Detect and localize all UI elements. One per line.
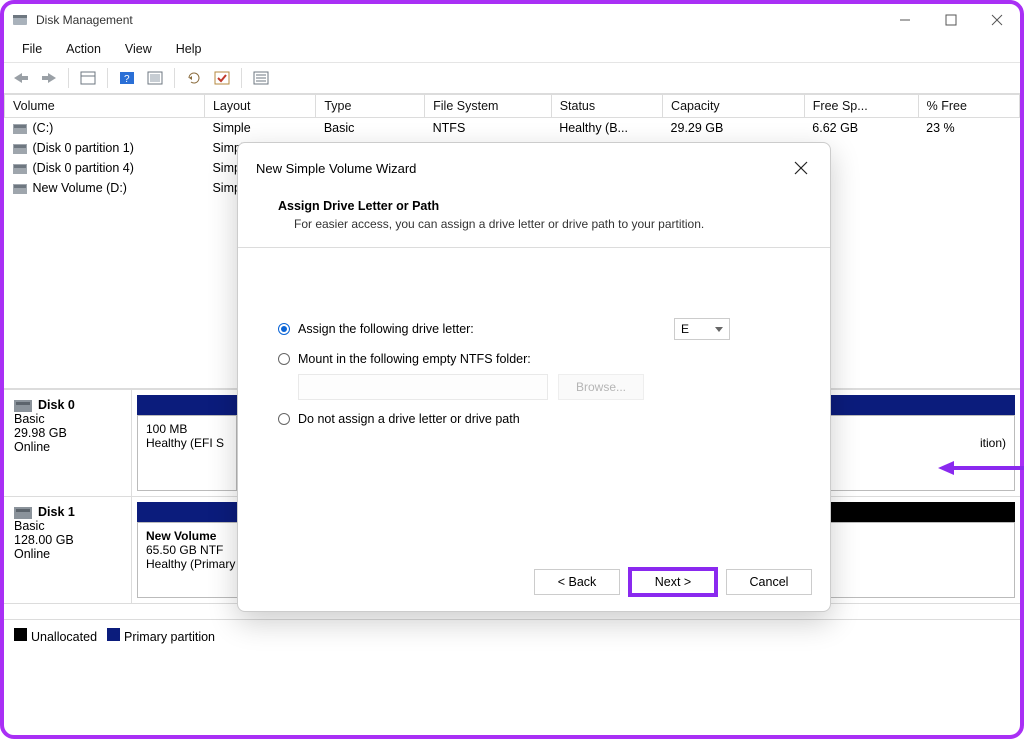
disk-management-icon xyxy=(12,12,28,28)
column-headers[interactable]: Volume Layout Type File System Status Ca… xyxy=(5,95,1020,118)
col-volume[interactable]: Volume xyxy=(5,95,205,118)
col-pfree[interactable]: % Free xyxy=(918,95,1019,118)
toolbar-help-icon[interactable]: ? xyxy=(116,67,138,89)
partition-box[interactable]: 100 MB Healthy (EFI S xyxy=(137,415,237,491)
dialog-close-button[interactable] xyxy=(786,153,816,183)
close-button[interactable] xyxy=(974,4,1020,36)
option-no-assign-label: Do not assign a drive letter or drive pa… xyxy=(298,412,520,426)
menu-help[interactable]: Help xyxy=(166,40,212,58)
radio-assign-letter[interactable] xyxy=(278,323,290,335)
volume-icon xyxy=(13,184,27,194)
legend: Unallocated Primary partition xyxy=(4,619,1020,652)
toolbar-list-icon[interactable] xyxy=(250,67,272,89)
disk-label: Disk 1 Basic 128.00 GB Online xyxy=(4,497,132,603)
titlebar: Disk Management xyxy=(4,4,1020,36)
next-button[interactable]: Next > xyxy=(630,569,716,595)
volume-icon xyxy=(13,164,27,174)
option-mount-folder-label: Mount in the following empty NTFS folder… xyxy=(298,352,531,366)
maximize-button[interactable] xyxy=(928,4,974,36)
radio-no-assign[interactable] xyxy=(278,413,290,425)
volume-icon xyxy=(13,144,27,154)
nav-back-button[interactable] xyxy=(10,67,32,89)
annotation-arrow xyxy=(938,461,1024,475)
toolbar-refresh-icon[interactable] xyxy=(183,67,205,89)
radio-mount-folder[interactable] xyxy=(278,353,290,365)
toolbar-settings-icon[interactable] xyxy=(144,67,166,89)
legend-swatch-primary xyxy=(107,628,120,641)
volume-row[interactable]: (C:) Simple Basic NTFS Healthy (B... 29.… xyxy=(5,118,1020,139)
toolbar: ? xyxy=(4,63,1020,94)
col-fs[interactable]: File System xyxy=(425,95,552,118)
minimize-button[interactable] xyxy=(882,4,928,36)
menu-file[interactable]: File xyxy=(12,40,52,58)
volume-icon xyxy=(13,124,27,134)
drive-letter-select[interactable]: E xyxy=(674,318,730,340)
cancel-button[interactable]: Cancel xyxy=(726,569,812,595)
col-layout[interactable]: Layout xyxy=(204,95,315,118)
window-title: Disk Management xyxy=(36,13,133,27)
wizard-dialog: New Simple Volume Wizard Assign Drive Le… xyxy=(237,142,831,612)
disk-icon xyxy=(14,400,32,412)
option-assign-letter-label: Assign the following drive letter: xyxy=(298,322,474,336)
nav-forward-button[interactable] xyxy=(38,67,60,89)
disk-label: Disk 0 Basic 29.98 GB Online xyxy=(4,390,132,496)
col-capacity[interactable]: Capacity xyxy=(663,95,805,118)
app-window: Disk Management File Action View Help ? xyxy=(0,0,1024,739)
toolbar-view-icon[interactable] xyxy=(77,67,99,89)
chevron-down-icon xyxy=(715,322,723,336)
back-button[interactable]: < Back xyxy=(534,569,620,595)
browse-button: Browse... xyxy=(558,374,644,400)
col-type[interactable]: Type xyxy=(316,95,425,118)
menu-view[interactable]: View xyxy=(115,40,162,58)
window-controls xyxy=(882,4,1020,36)
menubar: File Action View Help xyxy=(4,36,1020,63)
dialog-heading: Assign Drive Letter or Path xyxy=(278,199,802,213)
toolbar-check-icon[interactable] xyxy=(211,67,233,89)
svg-text:?: ? xyxy=(124,74,130,85)
col-status[interactable]: Status xyxy=(551,95,662,118)
col-free[interactable]: Free Sp... xyxy=(804,95,918,118)
menu-action[interactable]: Action xyxy=(56,40,111,58)
legend-swatch-unallocated xyxy=(14,628,27,641)
disk-icon xyxy=(14,507,32,519)
dialog-subheading: For easier access, you can assign a driv… xyxy=(294,217,802,231)
dialog-title: New Simple Volume Wizard xyxy=(256,161,416,176)
mount-path-input xyxy=(298,374,548,400)
